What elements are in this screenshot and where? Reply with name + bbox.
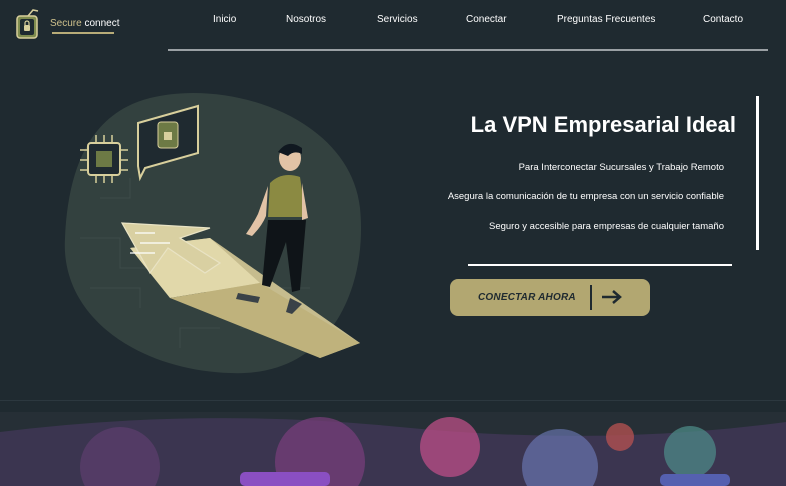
nav-item-conectar[interactable]: Conectar <box>466 14 507 25</box>
hero-accent-bar <box>756 96 759 250</box>
hero-divider <box>468 264 732 266</box>
connect-now-label: CONECTAR AHORA <box>478 292 576 303</box>
nav-item-inicio[interactable]: Inicio <box>213 14 236 25</box>
main-nav: Inicio Nosotros Servicios Conectar Pregu… <box>0 14 786 28</box>
hero-title: La VPN Empresarial Ideal <box>470 112 736 137</box>
nav-item-contacto[interactable]: Contacto <box>703 14 743 25</box>
section-divider <box>0 400 786 401</box>
nav-item-servicios[interactable]: Servicios <box>377 14 418 25</box>
brand-underline <box>52 32 114 34</box>
hero-line-3: Seguro y accesible para empresas de cual… <box>489 221 724 232</box>
hero-line-2: Asegura la comunicación de tu empresa co… <box>447 191 724 202</box>
connect-now-button[interactable]: CONECTAR AHORA <box>450 279 650 316</box>
hero-line-1: Para Interconectar Sucursales y Trabajo … <box>518 162 724 173</box>
nav-item-nosotros[interactable]: Nosotros <box>286 14 326 25</box>
nav-item-preguntas-frecuentes[interactable]: Preguntas Frecuentes <box>557 14 655 25</box>
cta-separator <box>590 285 592 310</box>
site-header: Secure connect Inicio Nosotros Servicios… <box>0 0 786 52</box>
hero-illustration <box>64 92 362 374</box>
nav-divider <box>168 49 768 51</box>
arrow-right-icon <box>602 290 622 304</box>
next-section-banner-image <box>0 412 786 486</box>
